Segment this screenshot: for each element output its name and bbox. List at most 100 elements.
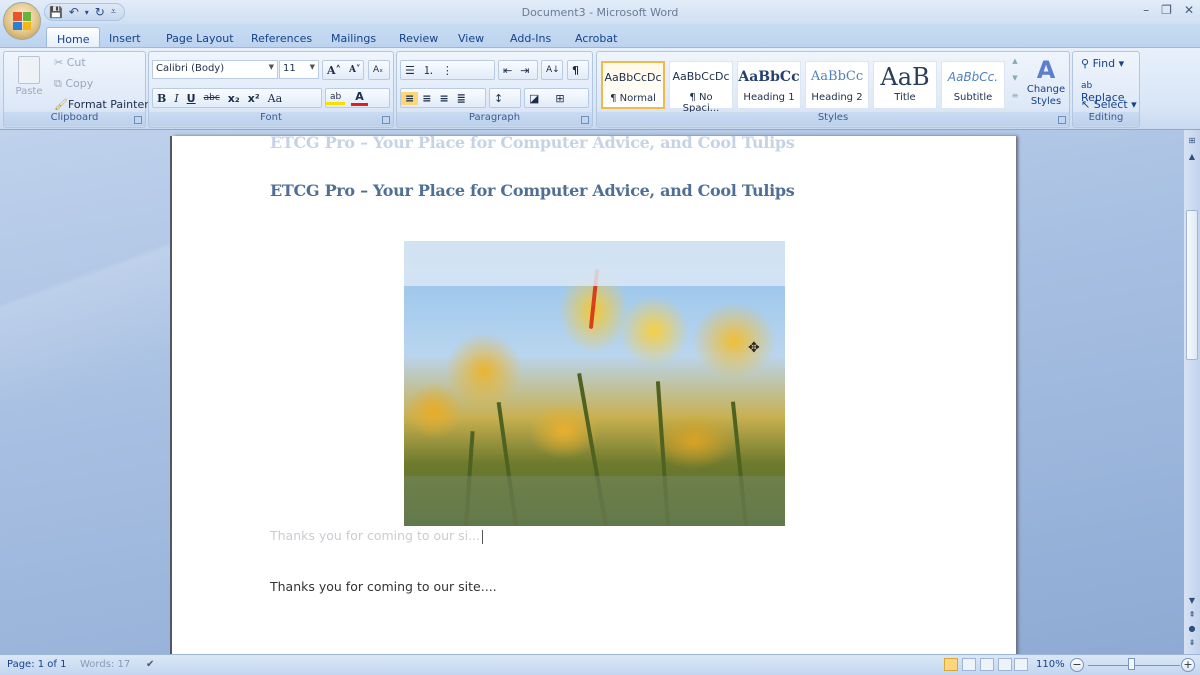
proofing-icon[interactable]: ✔ — [146, 659, 154, 670]
style-preview: AaBbCcDc — [672, 70, 730, 83]
style-heading-2[interactable]: AaBbCc Heading 2 — [805, 61, 869, 109]
next-page-button[interactable]: ⇟ — [1186, 638, 1198, 650]
zoom-level[interactable]: 110% — [1036, 659, 1065, 670]
font-dialog-launcher[interactable] — [382, 116, 390, 124]
outline-view-button[interactable] — [998, 658, 1012, 671]
font-name-dropdown[interactable]: Calibri (Body) ▼ — [152, 60, 278, 79]
superscript-button[interactable]: x² — [244, 92, 264, 105]
underline-button[interactable]: U — [183, 92, 200, 105]
web-layout-view-button[interactable] — [980, 658, 994, 671]
page-count[interactable]: Page: 1 of 1 — [7, 659, 66, 670]
borders-button[interactable]: ⊞ — [551, 92, 568, 105]
tab-acrobat[interactable]: Acrobat — [565, 27, 627, 48]
copy-icon: ⧉ — [54, 77, 62, 90]
styles-dialog-launcher[interactable] — [1058, 116, 1066, 124]
zoom-out-button[interactable]: − — [1070, 658, 1084, 672]
paragraph-dialog-launcher[interactable] — [581, 116, 589, 124]
italic-button[interactable]: I — [170, 92, 182, 105]
change-styles-button[interactable]: A Change Styles — [1025, 56, 1067, 108]
alignment-buttons: ≡ ≡ ≡ ≣ — [400, 88, 486, 108]
cut-button[interactable]: ✂ Cut — [54, 56, 86, 69]
tulip-image[interactable] — [404, 241, 785, 526]
tab-references[interactable]: References — [241, 27, 322, 48]
font-size-dropdown[interactable]: 11 ▼ — [279, 60, 319, 79]
line-spacing-button[interactable]: ↕ — [489, 88, 521, 108]
highlight-color-button[interactable]: ab — [326, 92, 346, 105]
styles-more-button[interactable]: ≡ — [1009, 91, 1021, 108]
scroll-up-button[interactable]: ▲ — [1186, 152, 1198, 164]
body-text-ghost: Thanks you for coming to our si... — [270, 528, 484, 544]
styles-scroll-down-button[interactable]: ▼ — [1009, 74, 1021, 91]
shading-button[interactable]: ◪ — [525, 92, 543, 105]
decrease-indent-button[interactable]: ⇤ — [499, 64, 516, 77]
change-case-button[interactable]: Aa — [264, 92, 287, 105]
multilevel-list-button[interactable]: ⋮ — [438, 64, 457, 77]
find-label: Find — [1092, 57, 1116, 70]
center-button[interactable]: ≡ — [418, 92, 435, 105]
increase-indent-button[interactable]: ⇥ — [516, 64, 533, 77]
styles-group-label: Styles — [597, 112, 1069, 126]
style-no-spacing[interactable]: AaBbCcDc ¶ No Spaci... — [669, 61, 733, 114]
font-color-button[interactable]: A — [351, 90, 368, 106]
tab-mailings[interactable]: Mailings — [321, 27, 386, 48]
clear-formatting-button[interactable]: Aₓ — [368, 60, 390, 80]
tab-view[interactable]: View — [448, 27, 494, 48]
draft-view-button[interactable] — [1014, 658, 1028, 671]
word-count[interactable]: Words: 17 — [80, 659, 130, 670]
shrink-font-button[interactable]: A˅ — [345, 65, 364, 75]
justify-button[interactable]: ≣ — [453, 92, 470, 105]
office-button[interactable] — [3, 2, 41, 40]
tab-page-layout[interactable]: Page Layout — [156, 27, 244, 48]
style-name: Heading 1 — [743, 92, 795, 103]
vertical-scrollbar[interactable]: ⊞ ▲ ▼ ⇞ ● ⇟ — [1184, 130, 1200, 654]
format-painter-button[interactable]: 🖌Format Painter — [54, 98, 149, 111]
bullets-button[interactable]: ☰ — [401, 64, 419, 77]
scissors-icon: ✂ — [54, 56, 64, 69]
document-heading[interactable]: ETCG Pro – Your Place for Computer Advic… — [270, 181, 795, 200]
styles-scroll-up-button[interactable]: ▲ — [1009, 57, 1021, 74]
numbering-button[interactable]: ⒈ — [419, 62, 438, 78]
zoom-slider-thumb[interactable] — [1128, 658, 1135, 670]
view-ruler-button[interactable]: ⊞ — [1186, 136, 1198, 148]
style-preview: AaBbCcDc — [604, 71, 662, 84]
style-heading-1[interactable]: AaBbCc Heading 1 — [737, 61, 801, 109]
zoom-in-button[interactable]: + — [1181, 658, 1195, 672]
bold-button[interactable]: B — [153, 92, 170, 105]
paste-button[interactable]: Paste — [10, 56, 48, 111]
find-button[interactable]: ⚲ Find ▾ — [1081, 57, 1124, 70]
scroll-thumb[interactable] — [1186, 210, 1198, 360]
select-button[interactable]: ↖ Select ▾ — [1081, 98, 1137, 111]
style-normal[interactable]: AaBbCcDc ¶ Normal — [601, 61, 665, 109]
clipboard-dialog-launcher[interactable] — [134, 116, 142, 124]
chevron-down-icon: ▼ — [309, 63, 315, 71]
scroll-down-button[interactable]: ▼ — [1186, 596, 1198, 608]
subscript-button[interactable]: x₂ — [224, 92, 244, 105]
binoculars-icon: ⚲ — [1081, 57, 1090, 70]
print-layout-view-button[interactable] — [944, 658, 958, 671]
copy-button[interactable]: ⧉ Copy — [54, 77, 93, 91]
tab-review[interactable]: Review — [389, 27, 448, 48]
tab-add-ins[interactable]: Add-Ins — [500, 27, 561, 48]
sort-button[interactable]: A↓ — [541, 60, 563, 80]
minimize-button[interactable]: – — [1143, 3, 1149, 17]
style-title[interactable]: AaB Title — [873, 61, 937, 109]
body-text[interactable]: Thanks you for coming to our site.... — [270, 579, 497, 594]
align-right-button[interactable]: ≡ — [435, 92, 452, 105]
style-subtitle[interactable]: AaBbCc. Subtitle — [941, 61, 1005, 109]
restore-button[interactable]: ❐ — [1161, 3, 1172, 17]
font-group-label: Font — [149, 112, 393, 126]
full-screen-reading-view-button[interactable] — [962, 658, 976, 671]
strikethrough-button[interactable]: abc — [200, 93, 224, 103]
select-browse-object-button[interactable]: ● — [1186, 624, 1198, 636]
tab-home[interactable]: Home — [46, 27, 101, 48]
align-left-button[interactable]: ≡ — [401, 91, 419, 105]
style-name: Heading 2 — [811, 92, 863, 103]
previous-page-button[interactable]: ⇞ — [1186, 610, 1198, 622]
close-button[interactable]: ✕ — [1184, 3, 1194, 17]
style-preview: AaBbCc — [738, 69, 800, 85]
grow-font-button[interactable]: A˄ — [323, 64, 345, 77]
tab-insert[interactable]: Insert — [99, 27, 151, 48]
document-page[interactable]: ETCG Pro – Your Place for Computer Advic… — [172, 133, 1016, 654]
show-marks-button[interactable]: ¶ — [567, 60, 589, 80]
change-styles-label: Change Styles — [1026, 84, 1066, 107]
